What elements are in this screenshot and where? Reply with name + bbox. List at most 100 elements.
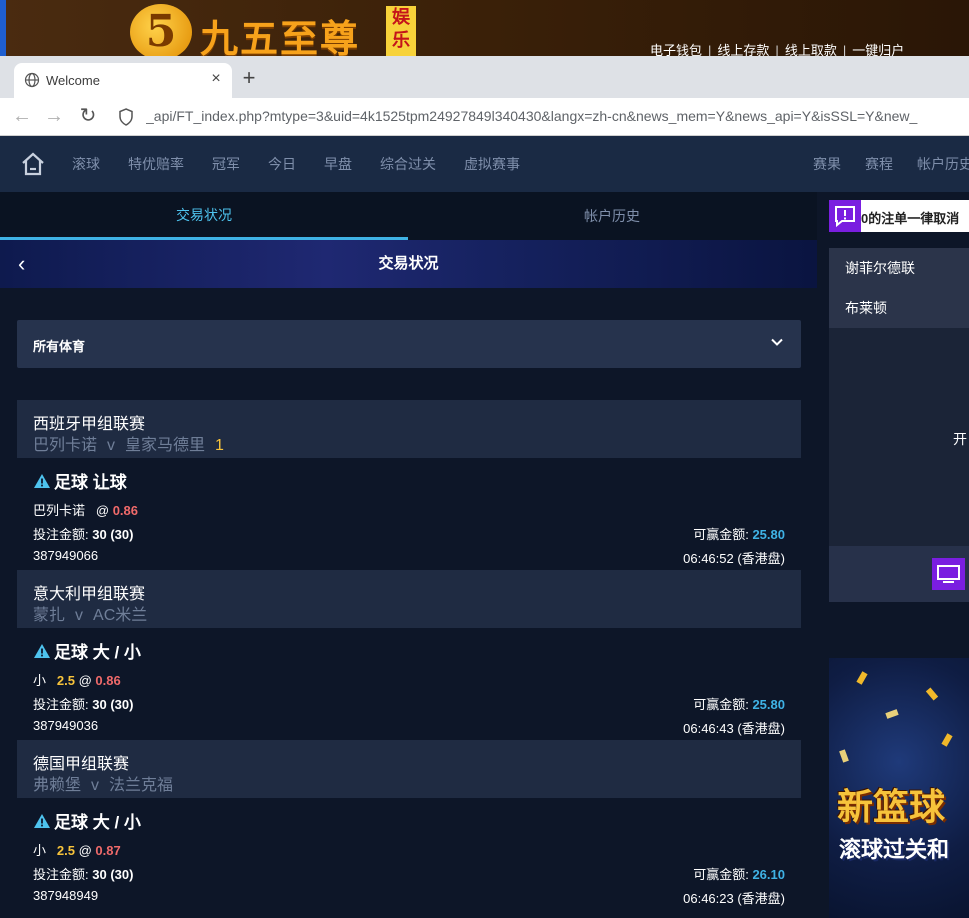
stake-label: 投注金额: [33, 697, 89, 712]
confetti-icon [839, 749, 849, 763]
confetti-icon [856, 671, 868, 685]
link-e-wallet[interactable]: 电子钱包 [650, 40, 702, 56]
bet-selection: 巴列卡诺 @ 0.86 [33, 500, 138, 519]
sport-filter-select[interactable]: 所有体育 [17, 320, 801, 368]
stake-label: 投注金额: [33, 867, 89, 882]
match-teams: 蒙扎 v AC米兰 [33, 601, 147, 625]
nav-item-results[interactable]: 赛果 [813, 154, 841, 174]
browser-toolbar: ← → ↻ _api/FT_index.php?mtype=3&uid=4k15… [0, 98, 969, 136]
win-amount: 26.10 [752, 867, 785, 882]
logo-side-badge: 娱乐 [386, 6, 416, 56]
away-team: 法兰克福 [109, 777, 174, 794]
bet-type: 足球 让球 [33, 468, 127, 493]
away-team: AC米兰 [93, 607, 148, 624]
pick-team: 小 [33, 843, 47, 858]
match-teams: 弗赖堡 v 法兰克福 [33, 771, 173, 795]
bet-type-label: 足球 让球 [54, 473, 127, 492]
promo-title: 新篮球 [837, 787, 946, 828]
bet-type: 足球 大 / 小 [33, 638, 141, 663]
bet-type: 足球 大 / 小 [33, 808, 141, 833]
message-alert-icon [829, 200, 861, 232]
notice-text: 0的注单一律取消 [861, 211, 960, 226]
address-bar[interactable]: _api/FT_index.php?mtype=3&uid=4k1525tpm2… [146, 108, 969, 124]
pick-team: 巴列卡诺 [33, 503, 86, 518]
match-teams: 巴列卡诺 v 皇家马德里 1 [33, 431, 224, 455]
league-header: 西班牙甲组联赛 巴列卡诺 v 皇家马德里 1 [17, 400, 801, 458]
main-tabs: 交易状况 帐户历史 [0, 192, 817, 240]
at-sign: @ [78, 843, 92, 858]
bet-selection: 小 2.5 @ 0.86 [33, 670, 121, 689]
nav-item-schedule[interactable]: 赛程 [865, 154, 893, 174]
stake-row: 投注金额: 30 (30) [33, 524, 133, 543]
link-separator: | [708, 43, 712, 56]
nav-item-parlay[interactable]: 综合过关 [380, 154, 436, 174]
promo-subtitle: 滚球过关和 [839, 837, 950, 862]
bet-type-label: 足球 大 / 小 [54, 813, 141, 832]
stake-amount: 30 (30) [92, 867, 134, 882]
back-arrow-icon[interactable]: ← [10, 104, 34, 128]
notice-bar[interactable]: 0的注单一律取消 [829, 200, 969, 232]
win-label: 可赢金额: [693, 697, 749, 712]
win-amount: 25.80 [752, 527, 785, 542]
win-label: 可赢金额: [693, 867, 749, 882]
logo-icon: 5 [130, 4, 192, 56]
close-icon[interactable]: × [208, 69, 224, 89]
home-team: 蒙扎 [33, 607, 66, 624]
bet-selection: 小 2.5 @ 0.87 [33, 840, 121, 859]
promo-banner[interactable]: 新篮球 滚球过关和 [829, 658, 969, 918]
warning-icon [34, 643, 50, 658]
match-score: 1 [215, 437, 224, 454]
tab-account-history[interactable]: 帐户历史 [408, 192, 816, 240]
link-separator: | [842, 43, 847, 56]
nav-item-live[interactable]: 滚球 [72, 154, 100, 174]
bet-odds: 0.86 [112, 503, 138, 518]
sport-filter-value: 所有体育 [33, 339, 86, 354]
forward-arrow-icon[interactable]: → [42, 104, 66, 128]
live-match-card: 谢菲尔德联 布莱顿 开 [829, 248, 969, 602]
team-away[interactable]: 布莱顿 [829, 288, 969, 328]
nav-item-virtual[interactable]: 虚拟赛事 [464, 154, 520, 174]
versus-label: v [75, 607, 84, 624]
nav-item-special-odds[interactable]: 特优赔率 [128, 154, 184, 174]
bet-card: 足球 大 / 小 小 2.5 @ 0.86 投注金额: 30 (30) 可赢金额… [17, 628, 801, 740]
link-online-withdraw[interactable]: 线上取款 [785, 40, 837, 56]
stake-row: 投注金额: 30 (30) [33, 694, 133, 713]
tv-icon[interactable] [932, 558, 965, 590]
bet-type-label: 足球 大 / 小 [54, 643, 141, 662]
open-label: 开 [953, 431, 967, 447]
link-online-deposit[interactable]: 线上存款 [717, 40, 769, 56]
league-header: 意大利甲组联赛 蒙扎 v AC米兰 [17, 570, 801, 628]
home-icon[interactable] [20, 151, 46, 177]
nav-right: 赛果 赛程 帐户历史 [813, 136, 969, 192]
bet-time: 06:46:23 (香港盘) [683, 891, 785, 906]
nav-item-today[interactable]: 今日 [268, 154, 296, 174]
home-team: 巴列卡诺 [33, 437, 98, 454]
versus-label: v [91, 777, 100, 794]
nav-left: 滚球 特优赔率 冠军 今日 早盘 综合过关 虚拟赛事 [72, 136, 548, 192]
bet-line: 2.5 [56, 673, 75, 688]
league-header: 德国甲组联赛 弗赖堡 v 法兰克福 [17, 740, 801, 798]
site-brand-header: 5 九五至尊 娱乐 电子钱包 | 线上存款 | 线上取款 | 一键归户 [0, 0, 969, 56]
browser-tab[interactable]: Welcome × [14, 63, 232, 98]
away-team: 皇家马德里 [125, 437, 206, 454]
top-links: 电子钱包 | 线上存款 | 线上取款 | 一键归户 [650, 40, 904, 56]
tab-transaction-status[interactable]: 交易状况 [0, 192, 408, 240]
video-bar [829, 546, 969, 602]
nav-item-early[interactable]: 早盘 [324, 154, 352, 174]
main-panel: 交易状况 帐户历史 ‹ 交易状况 所有体育 西班牙甲组联赛 巴列卡诺 v 皇家马德里… [0, 192, 817, 918]
nav-item-champion[interactable]: 冠军 [212, 154, 240, 174]
link-one-click-transfer[interactable]: 一键归户 [852, 40, 904, 56]
team-home[interactable]: 谢菲尔德联 [829, 248, 969, 288]
warning-icon [34, 813, 50, 828]
win-label: 可赢金额: [693, 527, 749, 542]
logo-name: 九五至尊 [200, 16, 361, 56]
pick-team: 小 [33, 673, 47, 688]
bet-card: 足球 让球 巴列卡诺 @ 0.86 投注金额: 30 (30) 可赢金额: 25… [17, 458, 801, 570]
new-tab-icon[interactable]: + [238, 67, 260, 90]
reload-icon[interactable]: ↻ [76, 104, 100, 128]
ticket-id: 387948949 [33, 888, 99, 903]
shield-icon[interactable] [118, 108, 134, 126]
versus-label: v [107, 437, 116, 454]
nav-item-account-history[interactable]: 帐户历史 [917, 154, 969, 174]
right-panel: 0的注单一律取消 谢菲尔德联 布莱顿 开 新篮球 滚球过关和 [817, 192, 969, 918]
